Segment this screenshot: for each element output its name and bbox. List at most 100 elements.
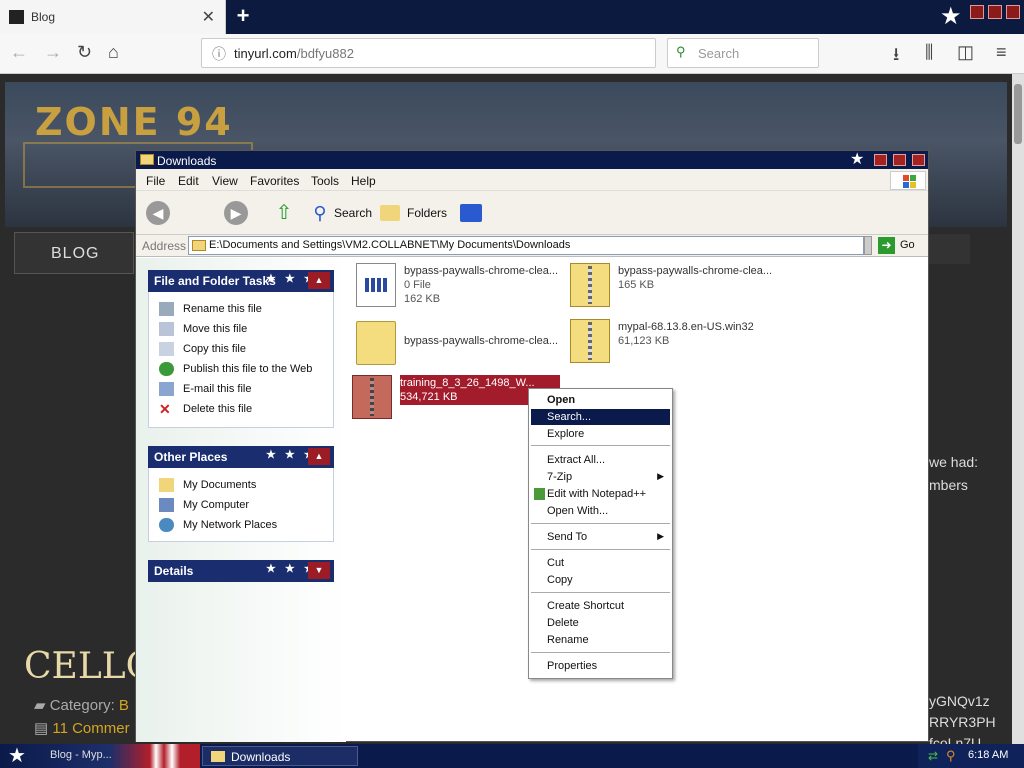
submenu-arrow-icon: ▶ bbox=[657, 471, 664, 481]
folders-icon[interactable] bbox=[380, 205, 400, 221]
comments-link[interactable]: 11 Commer bbox=[52, 720, 129, 737]
go-arrow-icon[interactable]: ➜ bbox=[878, 237, 895, 254]
forward-icon[interactable]: ▶ bbox=[224, 201, 248, 225]
ctx-label: 7-Zip bbox=[547, 471, 573, 483]
other-places-header[interactable]: Other Places ★ ★ ★ ▲ bbox=[148, 446, 334, 468]
maximize-button[interactable] bbox=[893, 154, 906, 166]
ctx-label: Copy bbox=[547, 574, 573, 586]
page-scrollbar[interactable] bbox=[1012, 74, 1024, 744]
search-button[interactable]: Search bbox=[334, 206, 372, 220]
sidebar-icon[interactable]: ◫ bbox=[957, 42, 974, 63]
category-label: Category: bbox=[49, 697, 119, 714]
ctx-copy[interactable]: Copy bbox=[531, 572, 670, 588]
ctx-label: Properties bbox=[547, 660, 598, 672]
task-pane: File and Folder Tasks ★ ★ ★ ▲ Rename thi… bbox=[136, 258, 346, 742]
views-icon[interactable] bbox=[460, 204, 482, 222]
info-icon[interactable]: ⓘ bbox=[212, 44, 226, 64]
menu-file[interactable]: File bbox=[146, 174, 165, 188]
search-tray-icon[interactable]: ⚲ bbox=[946, 748, 956, 764]
ctx-cut[interactable]: Cut bbox=[531, 555, 670, 571]
ctx-label: Cut bbox=[547, 557, 565, 569]
tab-blog[interactable]: Blog ✕ bbox=[0, 0, 226, 34]
address-path: E:\Documents and Settings\VM2.COLLABNET\… bbox=[209, 239, 571, 251]
ctx-explore[interactable]: Explore bbox=[531, 426, 670, 442]
blog-favicon-icon bbox=[9, 10, 24, 24]
tab-close-icon[interactable]: ✕ bbox=[202, 7, 215, 27]
go-button[interactable]: Go bbox=[900, 239, 915, 251]
post-comments[interactable]: ▤ 11 Commer bbox=[34, 719, 130, 737]
forward-arrow-icon[interactable]: → bbox=[44, 42, 62, 63]
ctx-open-with[interactable]: Open With... bbox=[531, 503, 670, 519]
details-header[interactable]: Details ★ ★ ★ ▼ bbox=[148, 560, 334, 582]
peek-text: RRYR3PH bbox=[929, 714, 996, 730]
minimize-button[interactable] bbox=[874, 154, 887, 166]
file-name: mypal-68.13.8.en-US.win32 bbox=[618, 321, 754, 333]
menu-edit[interactable]: Edit bbox=[178, 174, 199, 188]
ctx-create-shortcut[interactable]: Create Shortcut bbox=[531, 598, 670, 614]
peek-text: we had: bbox=[929, 454, 979, 470]
minimize-window-button[interactable] bbox=[970, 5, 984, 19]
collapse-icon[interactable]: ▲ bbox=[308, 448, 330, 465]
file-size: 162 KB bbox=[404, 293, 441, 305]
download-icon[interactable]: ⭳ bbox=[893, 42, 899, 72]
ctx-open[interactable]: Open bbox=[531, 392, 670, 408]
blog-nav-label: BLOG bbox=[51, 245, 100, 262]
maximize-window-button[interactable] bbox=[988, 5, 1002, 19]
folders-button[interactable]: Folders bbox=[407, 206, 447, 220]
ctx-7zip[interactable]: 7-Zip ▶ bbox=[531, 469, 670, 485]
address-dropdown[interactable] bbox=[864, 236, 872, 255]
task-label: Rename this file bbox=[183, 303, 262, 315]
folder-icon bbox=[140, 154, 154, 165]
home-icon[interactable]: ⌂ bbox=[108, 42, 119, 63]
folder-icon bbox=[211, 751, 225, 762]
category-link[interactable]: B bbox=[119, 697, 129, 714]
ctx-label: Explore bbox=[547, 428, 585, 440]
menu-favorites[interactable]: Favorites bbox=[250, 174, 299, 188]
ctx-rename[interactable]: Rename bbox=[531, 632, 670, 648]
peek-text: yGNQv1z bbox=[929, 693, 990, 709]
search-icon[interactable]: ⚲ bbox=[308, 201, 332, 225]
url-bar[interactable]: ⓘ tinyurl.com/bdfyu882 bbox=[201, 38, 656, 68]
document-grid bbox=[365, 278, 387, 292]
ctx-send-to[interactable]: Send To ▶ bbox=[531, 529, 670, 545]
ctx-properties[interactable]: Properties bbox=[531, 658, 670, 674]
address-bar: Address E:\Documents and Settings\VM2.CO… bbox=[136, 235, 928, 257]
ctx-delete[interactable]: Delete bbox=[531, 615, 670, 631]
globe-icon bbox=[159, 362, 174, 376]
address-input[interactable]: E:\Documents and Settings\VM2.COLLABNET\… bbox=[188, 236, 864, 255]
new-tab-button[interactable]: + bbox=[232, 3, 254, 29]
menu-view[interactable]: View bbox=[212, 174, 238, 188]
library-icon[interactable]: ⫼ bbox=[925, 42, 933, 63]
collapse-icon[interactable]: ▲ bbox=[308, 272, 330, 289]
tab-title: Blog bbox=[31, 10, 56, 24]
file-size: 165 KB bbox=[618, 279, 655, 291]
rename-icon bbox=[159, 302, 174, 316]
taskbar-item-downloads[interactable]: Downloads bbox=[202, 746, 358, 766]
close-window-button[interactable] bbox=[1006, 5, 1020, 19]
ctx-extract-all[interactable]: Extract All... bbox=[531, 452, 670, 468]
expand-icon[interactable]: ▼ bbox=[308, 562, 330, 579]
back-arrow-icon[interactable]: ← bbox=[10, 42, 28, 63]
start-button[interactable]: ★ Blog - Myp... bbox=[0, 744, 200, 768]
task-label: Copy this file bbox=[183, 343, 246, 355]
up-folder-icon[interactable]: ⇧ bbox=[272, 201, 296, 225]
menu-tools[interactable]: Tools bbox=[311, 174, 339, 188]
back-icon[interactable]: ◀ bbox=[146, 201, 170, 225]
ctx-search[interactable]: Search... bbox=[531, 409, 670, 425]
menu-help[interactable]: Help bbox=[351, 174, 376, 188]
ctx-notepad[interactable]: Edit with Notepad++ bbox=[531, 486, 670, 502]
taskbar-item-blog[interactable]: Blog - Myp... bbox=[50, 749, 112, 761]
reload-icon[interactable]: ↻ bbox=[77, 42, 92, 63]
blog-logo[interactable]: ZONE 94 bbox=[35, 100, 233, 144]
search-input[interactable]: ⚲ Search bbox=[667, 38, 819, 68]
window-titlebar[interactable]: Downloads ★ bbox=[136, 151, 928, 169]
close-button[interactable] bbox=[912, 154, 925, 166]
blog-nav-item[interactable]: BLOG bbox=[14, 232, 134, 274]
ctx-label: Create Shortcut bbox=[547, 600, 625, 612]
details-title: Details bbox=[154, 564, 194, 578]
menu-icon[interactable]: ≡ bbox=[996, 42, 1007, 63]
file-tasks-header[interactable]: File and Folder Tasks ★ ★ ★ ▲ bbox=[148, 270, 334, 292]
notepad-icon bbox=[534, 488, 545, 500]
network-tray-icon[interactable]: ⇄ bbox=[928, 749, 938, 763]
scrollbar-thumb[interactable] bbox=[1014, 84, 1022, 144]
